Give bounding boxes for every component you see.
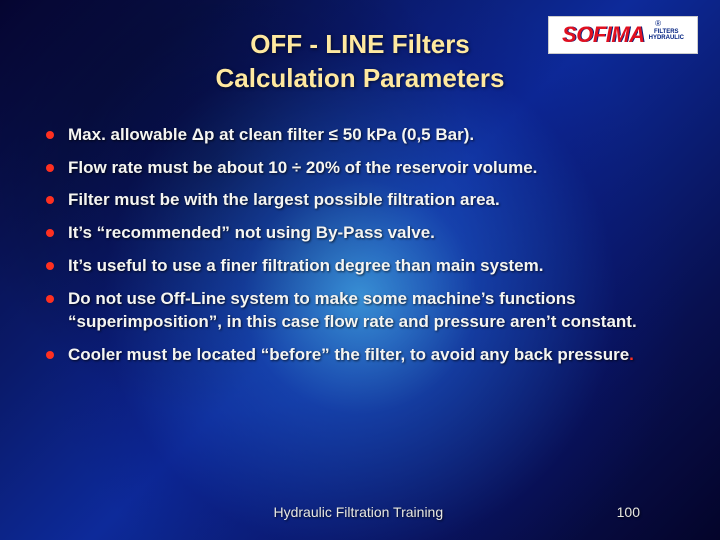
content-area: Max. allowable Δp at clean filter ≤ 50 k…: [40, 124, 680, 494]
list-item: Filter must be with the largest possible…: [46, 189, 680, 212]
bullet-text: Flow rate must be about 10 ÷ 20% of the …: [68, 158, 537, 177]
bullet-text: It’s useful to use a finer filtration de…: [68, 256, 543, 275]
bullet-list: Max. allowable Δp at clean filter ≤ 50 k…: [40, 124, 680, 368]
list-item: Max. allowable Δp at clean filter ≤ 50 k…: [46, 124, 680, 147]
bullet-text: Do not use Off-Line system to make some …: [68, 289, 637, 331]
bullet-text: Max. allowable Δp at clean filter ≤ 50 k…: [68, 125, 474, 144]
trailing-dot: .: [629, 345, 634, 364]
header: OFF - LINE Filters Calculation Parameter…: [40, 28, 680, 124]
brand-logo: SOFIMA ® FILTERS HYDRAULIC: [548, 16, 698, 54]
logo-tagline: FILTERS HYDRAULIC: [649, 29, 684, 41]
logo-brand-text: SOFIMA: [562, 22, 645, 48]
list-item: Do not use Off-Line system to make some …: [46, 288, 680, 334]
page-number: 100: [617, 504, 640, 520]
list-item: Cooler must be located “before” the filt…: [46, 344, 680, 367]
footer: Hydraulic Filtration Training 100: [40, 494, 680, 520]
slide: OFF - LINE Filters Calculation Parameter…: [0, 0, 720, 540]
title-line-2: Calculation Parameters: [215, 63, 504, 93]
title-line-1: OFF - LINE Filters: [250, 29, 470, 59]
bullet-text: It’s “recommended” not using By-Pass val…: [68, 223, 435, 242]
list-item: It’s useful to use a finer filtration de…: [46, 255, 680, 278]
list-item: Flow rate must be about 10 ÷ 20% of the …: [46, 157, 680, 180]
list-item: It’s “recommended” not using By-Pass val…: [46, 222, 680, 245]
bullet-text: Filter must be with the largest possible…: [68, 190, 500, 209]
footer-title: Hydraulic Filtration Training: [100, 504, 617, 520]
logo-tag-bottom: HYDRAULIC: [649, 35, 684, 41]
bullet-text: Cooler must be located “before” the filt…: [68, 345, 629, 364]
logo-registered-icon: ®: [655, 19, 661, 28]
